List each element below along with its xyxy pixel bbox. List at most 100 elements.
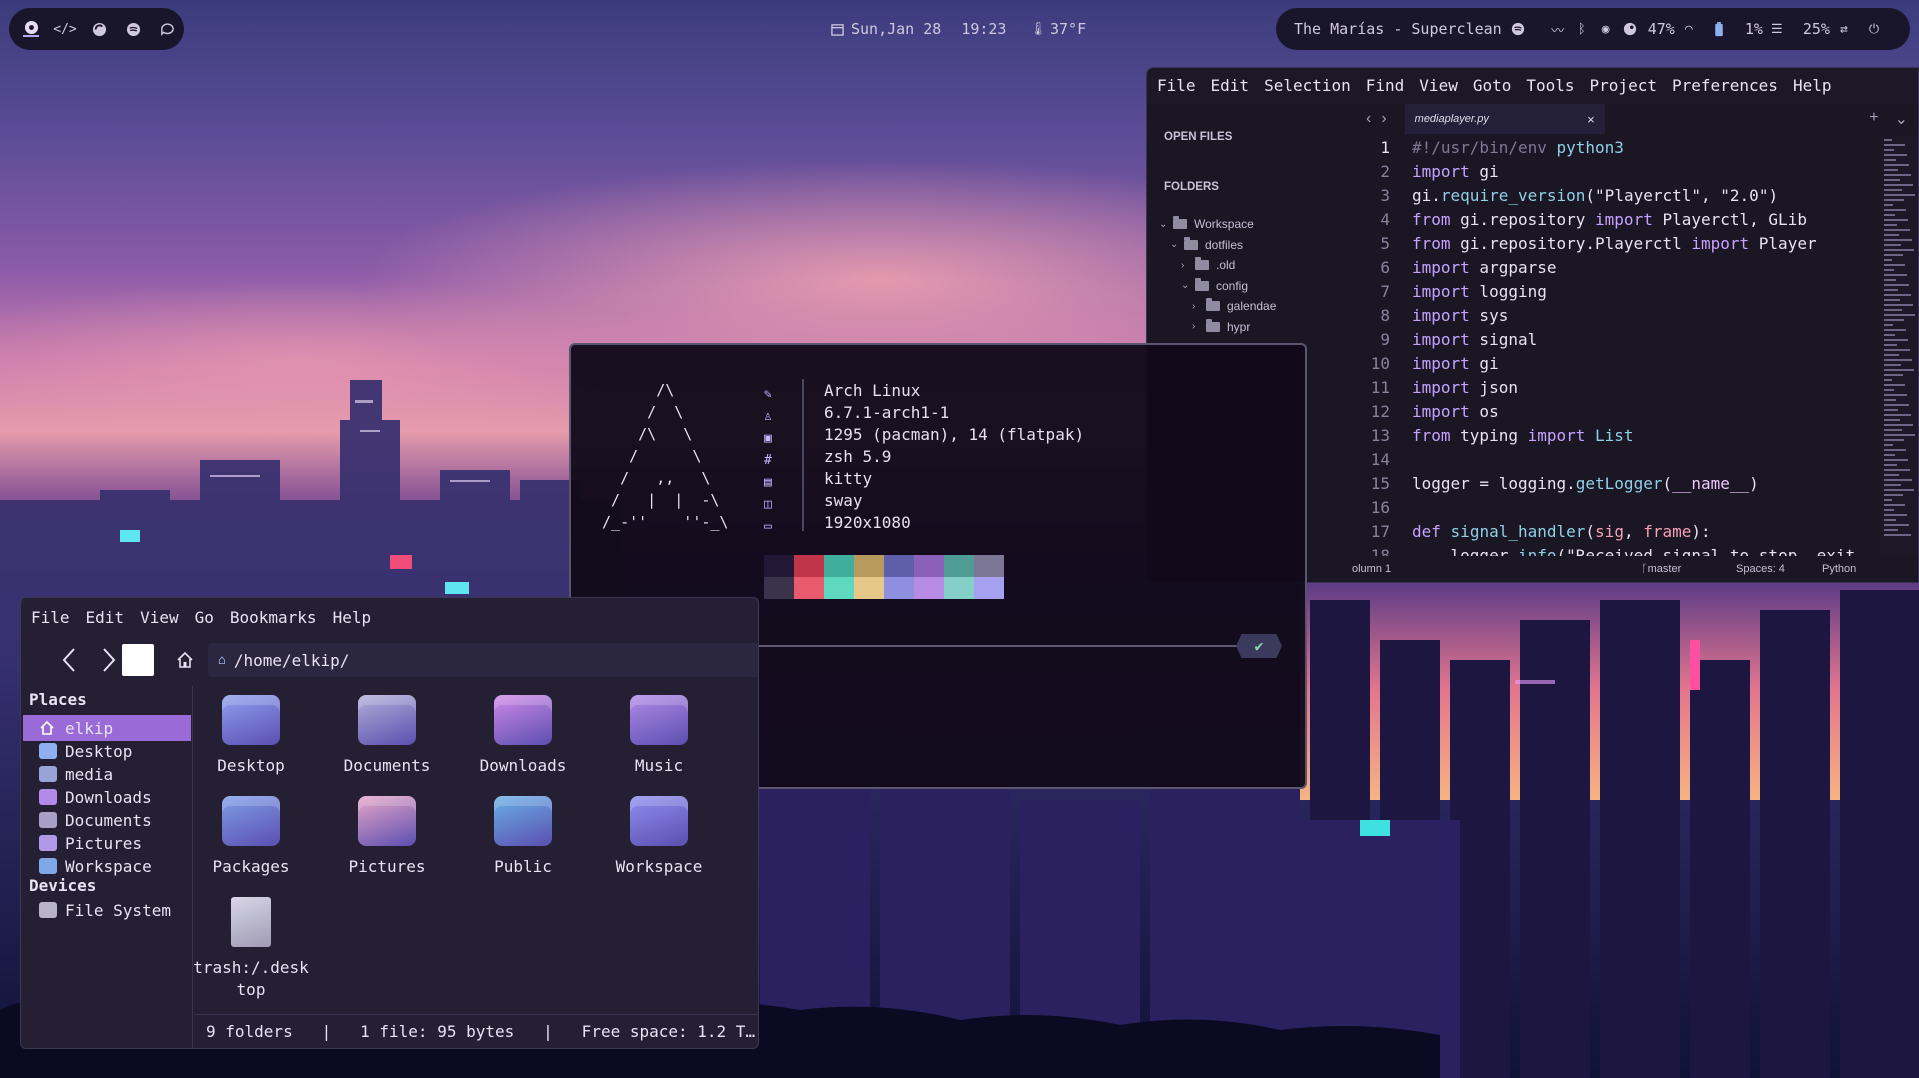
menu-view[interactable]: View [1419, 76, 1458, 95]
file-item[interactable]: Pictures [327, 796, 447, 878]
firefox-icon[interactable] [91, 21, 107, 37]
minimap[interactable] [1880, 135, 1918, 558]
bluetooth-icon[interactable]: ᛒ [1574, 21, 1590, 37]
chevron-down-icon[interactable]: ⌄ [1181, 280, 1191, 291]
menu-selection[interactable]: Selection [1264, 76, 1351, 95]
tab-prev-icon[interactable]: ‹ [1366, 110, 1371, 128]
discord-icon[interactable]: ◉ [1598, 21, 1614, 37]
line-number: 4 [1380, 209, 1390, 229]
file-item[interactable]: Documents [327, 695, 447, 777]
fetch-line: kitty [824, 468, 873, 488]
code-icon[interactable]: </> [53, 21, 76, 37]
media-icon [39, 766, 57, 782]
menu-edit[interactable]: Edit [86, 608, 125, 627]
chevron-right-icon[interactable]: › [1192, 301, 1202, 312]
arch-icon[interactable] [23, 20, 39, 37]
tree-item[interactable]: ⌄ config [1181, 277, 1248, 293]
code-text: import gi [1412, 161, 1499, 181]
tree-item[interactable]: › .old [1181, 257, 1235, 272]
line-number: 17 [1370, 521, 1390, 541]
chevron-down-icon[interactable]: ⌄ [1159, 219, 1169, 230]
sidebar-item-file-system[interactable]: File System [23, 897, 191, 923]
chevron-right-icon[interactable]: › [1192, 321, 1202, 332]
syntax-selector[interactable]: Python [1822, 563, 1856, 575]
linux-icon: ♙ [764, 408, 772, 424]
menu-bookmarks[interactable]: Bookmarks [230, 608, 317, 627]
file-manager-menubar: File Edit View Go Bookmarks Help [21, 598, 758, 636]
new-tab-icon[interactable]: + [1869, 109, 1878, 129]
folder-icon [1195, 277, 1209, 291]
menu-goto[interactable]: Goto [1473, 76, 1512, 95]
line-number: 10 [1370, 353, 1390, 373]
menu-go[interactable]: Go [195, 608, 214, 627]
chevron-right-icon[interactable]: › [1181, 260, 1191, 271]
file-item[interactable]: trash:/.desk top [191, 897, 311, 1001]
file-item[interactable]: Music [599, 695, 719, 777]
menu-file[interactable]: File [1157, 76, 1196, 95]
back-button[interactable] [53, 644, 85, 676]
power-icon[interactable]: ⏻ [1866, 21, 1882, 37]
file-item-label: Documents [343, 756, 431, 775]
git-branch-label: master [1647, 563, 1682, 575]
chat-icon[interactable] [159, 21, 175, 37]
fetch-info: Arch Linux 6.7.1-arch1-1 1295 (pacman), 14… [824, 379, 1084, 533]
thermometer-icon: 🌡 [1029, 21, 1047, 37]
file-item[interactable]: Public [463, 796, 583, 878]
desktop-icon [39, 743, 57, 759]
tree-item[interactable]: ⌄ dotfiles [1170, 236, 1243, 252]
sidebar-item-label: Downloads [65, 787, 152, 807]
workspace-icon [39, 858, 57, 874]
git-branch[interactable]: ᚴ master [1641, 563, 1681, 575]
devices-header: Devices [29, 876, 97, 895]
chevron-down-icon[interactable]: ⌄ [1170, 239, 1180, 250]
file-item[interactable]: Desktop [191, 695, 311, 777]
file-item[interactable]: Packages [191, 796, 311, 878]
menu-file[interactable]: File [31, 608, 70, 627]
drive-icon [39, 902, 57, 918]
code-text: import os [1412, 401, 1499, 421]
line-number: 11 [1370, 377, 1390, 397]
menu-find[interactable]: Find [1366, 76, 1405, 95]
line-number: 1 [1380, 137, 1390, 157]
disk-label: 25% [1802, 20, 1830, 38]
code-line: 2 import gi [1352, 159, 1880, 183]
code-text: import json [1412, 377, 1518, 397]
home-button[interactable] [169, 644, 201, 676]
line-number: 9 [1380, 329, 1390, 349]
tree-item[interactable]: › galendae [1192, 298, 1277, 313]
menu-edit[interactable]: Edit [1211, 76, 1250, 95]
forward-button[interactable] [93, 644, 125, 676]
palette-swatch [854, 577, 884, 599]
menu-view[interactable]: View [140, 608, 179, 627]
indent-setting[interactable]: Spaces: 4 [1736, 563, 1785, 575]
tab-list-icon[interactable]: ⌄ [1895, 109, 1908, 129]
headphones-icon: ◠ [1684, 21, 1693, 37]
spotify-icon[interactable] [125, 21, 141, 37]
folder-icon [1173, 216, 1187, 229]
code-editor[interactable]: 1 #!/usr/bin/env python3 2 import gi 3 gi.req… [1352, 135, 1880, 559]
terminal-icon: ▤ [764, 474, 772, 490]
file-item[interactable]: Workspace [599, 796, 719, 878]
file-item[interactable]: Downloads [463, 695, 583, 777]
menu-tools[interactable]: Tools [1526, 76, 1574, 95]
menu-help[interactable]: Help [1793, 76, 1832, 95]
tab-next-icon[interactable]: › [1381, 110, 1386, 128]
menu-preferences[interactable]: Preferences [1672, 76, 1778, 95]
date-label: Sun,Jan 28 [851, 20, 942, 38]
tab-mediaplayer[interactable]: mediaplayer.py × [1404, 104, 1605, 134]
menu-project[interactable]: Project [1590, 76, 1657, 95]
steam-icon[interactable] [1622, 21, 1638, 37]
now-playing-label[interactable]: The Marías - Superclean [1294, 20, 1502, 38]
close-icon[interactable]: × [1587, 112, 1595, 127]
location-bar[interactable]: ⌂ /home/elkip/ [208, 643, 758, 677]
fetch-line: Arch Linux [824, 380, 921, 400]
folders-header: FOLDERS [1164, 181, 1219, 193]
sidebar-item-label: media [65, 764, 114, 784]
menu-help[interactable]: Help [333, 608, 372, 627]
code-line: 4 from gi.repository import Playerctl, GL… [1352, 207, 1880, 231]
tab-label: mediaplayer.py [1414, 113, 1489, 125]
tree-item[interactable]: › hypr [1192, 318, 1250, 334]
tree-item[interactable]: ⌄ Workspace [1159, 216, 1254, 231]
up-button[interactable] [122, 644, 154, 676]
tree-item-label: galendae [1227, 299, 1277, 313]
